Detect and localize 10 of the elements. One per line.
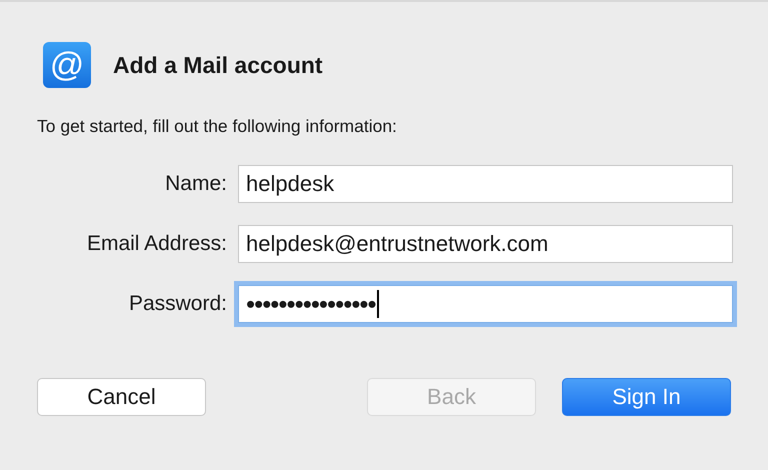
mail-app-icon: @	[43, 42, 91, 88]
field-label: Email Address:	[86, 232, 227, 256]
instructions-text: To get started, fill out the following information:	[37, 116, 398, 137]
input-field[interactable]: helpdesk	[238, 165, 733, 203]
dialog-title: Add a Mail account	[113, 52, 323, 78]
input-field[interactable]: helpdesk@entrustnetwork.com	[238, 225, 733, 263]
sign-in-button[interactable]: Sign In	[562, 378, 731, 416]
field-label: Password:	[128, 292, 227, 316]
field-label: Name:	[164, 172, 227, 196]
dialog-button[interactable]: Cancel	[37, 378, 206, 416]
